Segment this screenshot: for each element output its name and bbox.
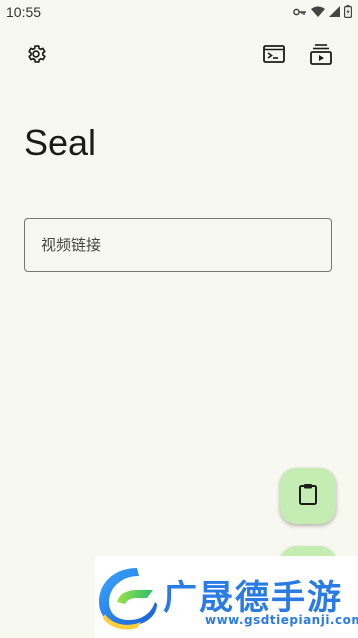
- settings-button[interactable]: [16, 36, 56, 76]
- download-queue-button[interactable]: [301, 36, 341, 76]
- watermark-logo-icon: [97, 564, 159, 634]
- watermark-title: 广晟德手游: [163, 578, 343, 618]
- status-time: 10:55: [6, 4, 42, 20]
- terminal-button[interactable]: [254, 36, 294, 76]
- watermark-url: www.gsdtiepianji.com: [205, 613, 358, 627]
- playlist-icon: [310, 43, 332, 69]
- video-url-input[interactable]: [25, 219, 331, 271]
- battery-icon: [344, 5, 352, 18]
- page-title: Seal: [24, 122, 97, 163]
- status-icons: [293, 5, 352, 18]
- watermark-banner: 广晟德手游 www.gsdtiepianji.com: [95, 556, 358, 638]
- clipboard-icon: [298, 483, 318, 509]
- status-bar: 10:55: [0, 0, 358, 24]
- key-icon: [293, 7, 307, 17]
- signal-icon: [329, 6, 340, 17]
- paste-link-button[interactable]: [280, 468, 336, 524]
- terminal-icon: [263, 44, 285, 68]
- gear-icon: [25, 43, 47, 69]
- video-url-field[interactable]: [24, 218, 332, 272]
- wifi-icon: [311, 6, 325, 18]
